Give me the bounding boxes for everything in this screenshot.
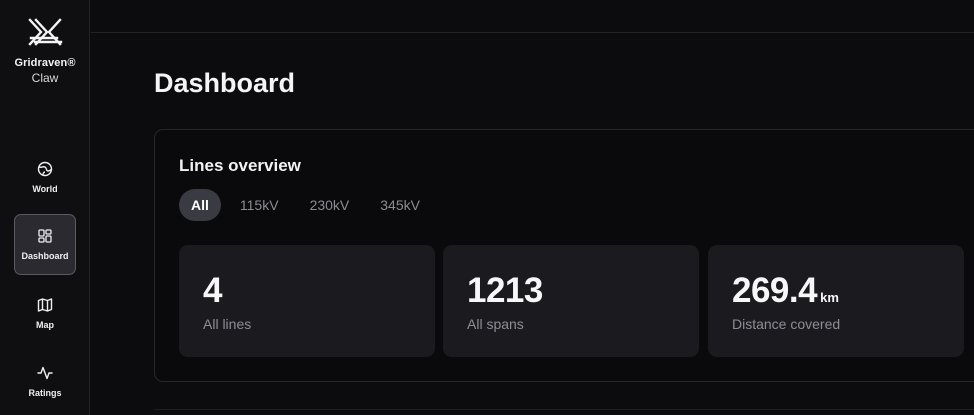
sidebar: Gridraven® Claw World Dashboard Map Rati… xyxy=(0,0,90,415)
nav-label-ratings: Ratings xyxy=(28,388,62,398)
stat-value-spans: 1213 xyxy=(467,271,543,311)
voltage-filter-tabs: All 115kV 230kV 345kV xyxy=(179,189,439,221)
stat-number-spans: 1213 xyxy=(467,271,543,310)
filter-230kv[interactable]: 230kV xyxy=(298,189,362,221)
nav-item-dashboard[interactable]: Dashboard xyxy=(14,214,76,275)
brand[interactable]: Gridraven® Claw xyxy=(0,16,90,85)
stat-card-lines: 4 All lines xyxy=(179,245,435,357)
nav-item-ratings[interactable]: Ratings xyxy=(14,351,76,412)
stat-value-lines: 4 xyxy=(203,271,222,311)
activity-icon xyxy=(37,366,53,380)
stat-caption-spans: All spans xyxy=(467,316,524,332)
lines-overview-card: Lines overview All 115kV 230kV 345kV 4 A… xyxy=(154,129,974,382)
globe-icon xyxy=(37,161,53,177)
nav-item-map[interactable]: Map xyxy=(14,283,76,344)
stat-card-distance: 269.4 km Distance covered xyxy=(708,245,964,357)
nav-item-world[interactable]: World xyxy=(14,147,76,208)
stat-number-lines: 4 xyxy=(203,271,222,310)
filter-115kv[interactable]: 115kV xyxy=(228,189,291,221)
stat-card-spans: 1213 All spans xyxy=(443,245,699,357)
dashboard-grid-icon xyxy=(38,229,52,243)
brand-subtitle: Claw xyxy=(31,71,59,85)
stat-unit-distance: km xyxy=(820,290,839,305)
filter-all[interactable]: All xyxy=(179,189,221,221)
card-title: Lines overview xyxy=(179,156,301,175)
stat-number-distance: 269.4 xyxy=(732,271,818,310)
brand-name: Gridraven® xyxy=(14,57,76,69)
next-card-edge xyxy=(154,409,974,415)
nav-label-world: World xyxy=(32,184,58,194)
gridraven-logo-icon xyxy=(28,18,63,46)
nav-label-map: Map xyxy=(36,320,54,330)
stat-caption-distance: Distance covered xyxy=(732,316,841,332)
stat-caption-lines: All lines xyxy=(203,316,252,332)
stat-value-distance: 269.4 km xyxy=(732,271,839,311)
page-title: Dashboard xyxy=(154,68,296,98)
top-bar xyxy=(91,0,974,33)
map-icon xyxy=(37,298,53,312)
filter-345kv[interactable]: 345kV xyxy=(368,189,432,221)
nav-label-dashboard: Dashboard xyxy=(21,251,69,261)
